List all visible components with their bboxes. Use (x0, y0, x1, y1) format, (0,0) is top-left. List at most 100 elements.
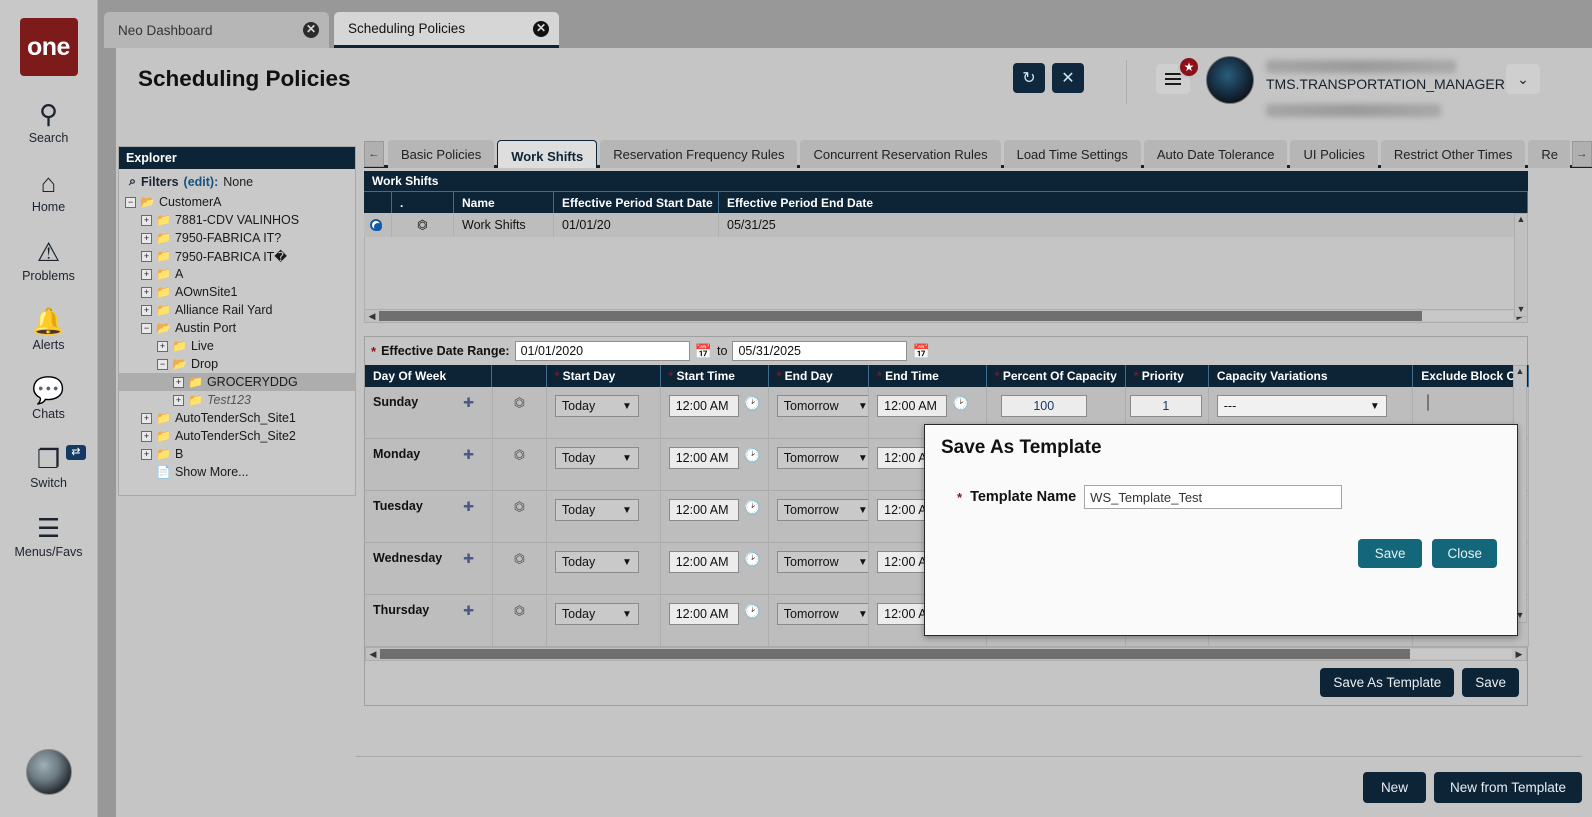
explorer-filters[interactable]: ⌕ Filters (edit): None (119, 169, 355, 193)
row-radio[interactable] (370, 219, 382, 231)
scroll-down-icon[interactable]: ▼ (1517, 304, 1526, 316)
tree-toggle-icon[interactable]: + (141, 269, 152, 280)
tree-node-alliance-rail-yard[interactable]: +📁Alliance Rail Yard (119, 301, 355, 319)
tree-node-a[interactable]: +📁A (119, 265, 355, 283)
clock-icon[interactable]: 🕑 (744, 499, 761, 516)
tree-toggle-icon[interactable]: + (141, 233, 152, 244)
tree-node-test123[interactable]: +📁Test123 (119, 391, 355, 409)
start-time-input[interactable]: 12:00 AM (669, 395, 739, 417)
rail-item-alerts[interactable]: 🔔Alerts (0, 305, 98, 352)
add-icon[interactable]: ✚ (463, 395, 474, 411)
template-name-input[interactable]: WS_Template_Test (1084, 485, 1342, 509)
tree-toggle-icon[interactable]: + (141, 251, 152, 262)
tree-node-7950-fabrica-it-[interactable]: +📁7950-FABRICA IT? (119, 229, 355, 247)
tree-node-show-more-[interactable]: 📄Show More... (119, 463, 355, 481)
clock-icon[interactable]: 🕑 (744, 395, 761, 412)
scroll-track[interactable] (379, 311, 1513, 321)
start-time-input[interactable]: 12:00 AM (669, 499, 739, 521)
calendar-icon[interactable]: 📅 (695, 343, 712, 360)
add-icon[interactable]: ✚ (463, 551, 474, 567)
tree-toggle-icon[interactable]: + (157, 341, 168, 352)
clock-icon[interactable]: 🕑 (744, 447, 761, 464)
tree-toggle-icon[interactable]: − (125, 197, 136, 208)
refresh-icon[interactable]: ↻ (1013, 63, 1045, 93)
end-day-select[interactable]: Tomorrow▼ (777, 395, 869, 417)
rail-item-chats[interactable]: 💬Chats (0, 374, 98, 421)
scroll-right-icon[interactable]: → (1572, 141, 1592, 167)
end-day-select[interactable]: Tomorrow▼ (777, 447, 869, 469)
close-icon[interactable]: ✕ (533, 21, 549, 37)
clock-icon[interactable]: 🕑 (744, 603, 761, 620)
modal-save-button[interactable]: Save (1358, 539, 1423, 568)
grid-horizontal-scrollbar[interactable]: ◀ ▶ (364, 309, 1528, 323)
tree-toggle-icon[interactable]: + (141, 449, 152, 460)
tree-toggle-icon[interactable]: + (141, 305, 152, 316)
percent-of-capacity-input[interactable]: 100 (1001, 395, 1087, 417)
date-to-input[interactable]: 05/31/2025 (732, 341, 907, 361)
start-time-input[interactable]: 12:00 AM (669, 603, 739, 625)
end-day-select[interactable]: Tomorrow▼ (777, 603, 869, 625)
start-day-select[interactable]: Today▼ (555, 499, 639, 521)
browser-tab-neo-dashboard[interactable]: Neo Dashboard ✕ (104, 12, 329, 48)
tree-node-customera[interactable]: −📂CustomerA (119, 193, 355, 211)
save-as-template-button[interactable]: Save As Template (1320, 668, 1454, 697)
start-day-select[interactable]: Today▼ (555, 603, 639, 625)
filters-edit-link[interactable]: (edit): (184, 175, 219, 189)
tree-node-groceryddg[interactable]: +📁GROCERYDDG (119, 373, 355, 391)
calendar-icon[interactable]: 📅 (912, 343, 929, 360)
cut-icon[interactable]: ⏣ (514, 395, 525, 410)
grid-vertical-scrollbar[interactable]: ▲ ▼ (1514, 213, 1528, 317)
switch-badge-icon[interactable]: ⇄ (66, 445, 85, 460)
chevron-down-icon[interactable]: ⌄ (1506, 64, 1540, 94)
tree-node-7881-cdv-valinhos[interactable]: +📁7881-CDV VALINHOS (119, 211, 355, 229)
tree-toggle-icon[interactable]: − (141, 323, 152, 334)
new-from-template-button[interactable]: New from Template (1434, 772, 1582, 803)
capacity-variations-select[interactable]: ---▼ (1217, 395, 1387, 417)
tab-basic-policies[interactable]: Basic Policies (388, 140, 494, 168)
add-icon[interactable]: ✚ (463, 603, 474, 619)
start-time-input[interactable]: 12:00 AM (669, 551, 739, 573)
tree-node-7950-fabrica-it-[interactable]: +📁7950-FABRICA IT� (119, 247, 355, 265)
add-icon[interactable]: ✚ (463, 447, 474, 463)
editor-horizontal-scrollbar[interactable]: ◀ ▶ (365, 647, 1527, 661)
start-time-input[interactable]: 12:00 AM (669, 447, 739, 469)
rail-item-home[interactable]: ⌂Home (0, 167, 98, 214)
tree-node-b[interactable]: +📁B (119, 445, 355, 463)
rail-item-search[interactable]: ⚲Search (0, 98, 98, 145)
tab-ui-policies[interactable]: UI Policies (1290, 140, 1377, 168)
date-from-input[interactable]: 01/01/2020 (515, 341, 690, 361)
tab-work-shifts[interactable]: Work Shifts (497, 140, 597, 168)
tab-load-time-settings[interactable]: Load Time Settings (1004, 140, 1141, 168)
tab-reservation-frequency-rules[interactable]: Reservation Frequency Rules (600, 140, 797, 168)
tree-node-autotendersch-site2[interactable]: +📁AutoTenderSch_Site2 (119, 427, 355, 445)
tree-node-drop[interactable]: −📂Drop (119, 355, 355, 373)
close-icon[interactable]: ✕ (303, 22, 319, 38)
scroll-up-icon[interactable]: ▲ (1517, 214, 1526, 226)
exclude-block-checkbox[interactable] (1427, 394, 1429, 411)
end-time-input[interactable]: 12:00 AM (877, 395, 947, 417)
table-row[interactable]: ⏣ Work Shifts 01/01/20 05/31/25 (364, 213, 1528, 237)
tree-node-austin-port[interactable]: −📂Austin Port (119, 319, 355, 337)
end-day-select[interactable]: Tomorrow▼ (777, 499, 869, 521)
rail-item-menus-favs[interactable]: ☰Menus/Favs (0, 512, 98, 559)
start-day-select[interactable]: Today▼ (555, 395, 639, 417)
tree-toggle-icon[interactable]: + (141, 431, 152, 442)
rail-avatar[interactable] (26, 749, 72, 795)
cut-icon[interactable]: ⏣ (514, 447, 525, 462)
tree-toggle-icon[interactable]: + (173, 395, 184, 406)
cut-icon[interactable]: ⏣ (514, 499, 525, 514)
row-action-icon[interactable]: ⏣ (392, 213, 454, 237)
modal-close-button[interactable]: Close (1432, 539, 1497, 568)
scroll-left-icon[interactable]: ← (364, 141, 384, 167)
tree-toggle-icon[interactable]: + (141, 287, 152, 298)
star-icon[interactable]: ★ (1178, 56, 1200, 78)
end-day-select[interactable]: Tomorrow▼ (777, 551, 869, 573)
tree-node-autotendersch-site1[interactable]: +📁AutoTenderSch_Site1 (119, 409, 355, 427)
add-icon[interactable]: ✚ (463, 499, 474, 515)
scroll-track[interactable] (380, 649, 1512, 659)
scroll-right-icon[interactable]: ▶ (1512, 649, 1526, 660)
tab-auto-date-tolerance[interactable]: Auto Date Tolerance (1144, 140, 1288, 168)
cut-icon[interactable]: ⏣ (514, 603, 525, 618)
scroll-up-icon[interactable]: ▲ (1516, 366, 1525, 378)
scroll-left-icon[interactable]: ◀ (366, 649, 380, 660)
